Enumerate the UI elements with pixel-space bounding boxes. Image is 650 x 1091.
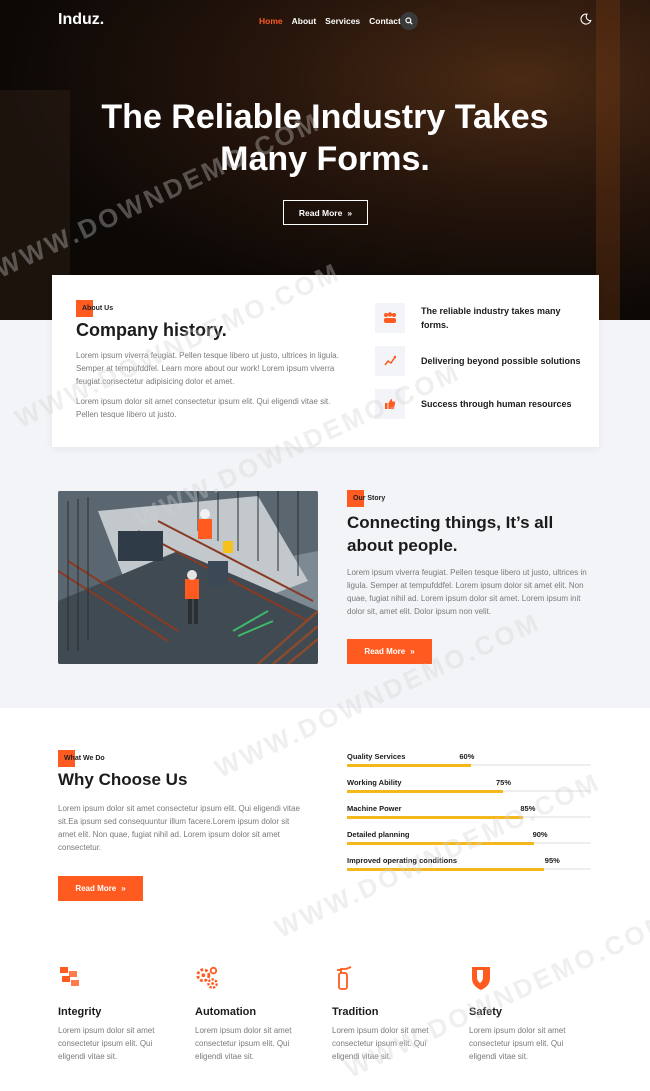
main-menu: Home About Services Contact: [259, 16, 410, 26]
construction-workers-image: [58, 491, 318, 664]
fire-extinguisher-icon: [337, 966, 352, 990]
skill-label: Detailed planning: [347, 830, 410, 839]
chevrons-right-icon: »: [410, 647, 415, 656]
value-item-integrity: Integrity Lorem ipsum dolor sit amet con…: [58, 965, 188, 1063]
skill-progress-track: [347, 815, 591, 819]
chart-icon: [375, 346, 405, 376]
skill-progress-fill: [347, 841, 534, 845]
skill-progress-track: [347, 867, 591, 871]
dark-mode-icon[interactable]: [580, 13, 592, 25]
about-tag: About Us: [76, 300, 113, 317]
skill-percent: 75%: [496, 778, 512, 787]
skill-progress-fill: [347, 763, 472, 767]
value-title: Tradition: [332, 1006, 379, 1018]
about-title: Company history.: [76, 320, 227, 340]
value-item-automation: Automation Lorem ipsum dolor sit amet co…: [195, 965, 325, 1063]
hero-title-line1: The Reliable Industry Takes: [101, 98, 549, 136]
hero-button-label: Read More: [298, 207, 343, 218]
skill-percent: 85%: [520, 804, 536, 813]
story-title-line2: about people.: [347, 536, 458, 555]
story-button-label: Read More: [364, 647, 406, 656]
value-text: Lorem ipsum dolor sit amet consectetur i…: [469, 1026, 566, 1061]
story-tag: Our Story: [347, 490, 385, 507]
feature-item: Success through human resources: [375, 389, 581, 419]
skill-progress-fill: [347, 867, 545, 871]
story-title-line1: Connecting things, It’s all: [347, 513, 554, 532]
chevrons-right-icon: »: [121, 884, 126, 893]
value-text: Lorem ipsum dolor sit amet consectetur i…: [332, 1026, 429, 1061]
story-title: Connecting things, It’s all about people…: [347, 511, 553, 557]
why-title: Why Choose Us: [58, 770, 188, 789]
skill-progress-track: [347, 841, 591, 845]
nav-contact[interactable]: Contact: [369, 16, 401, 26]
feature-text: Success through human resources: [421, 399, 572, 409]
top-navbar: Induz. Home About Services Contact: [0, 0, 650, 42]
skill-progress-track: [347, 789, 591, 793]
search-icon: [405, 17, 413, 25]
feature-item: Delivering beyond possible solutions: [375, 346, 581, 376]
nav-services[interactable]: Services: [325, 16, 360, 26]
value-title: Safety: [469, 1006, 503, 1018]
value-title: Integrity: [58, 1006, 102, 1018]
value-title: Automation: [195, 1006, 257, 1018]
hero-section: Induz. Home About Services Contact The R…: [0, 0, 650, 320]
story-read-more-button[interactable]: Read More »: [347, 639, 432, 664]
why-button-label: Read More: [75, 884, 117, 893]
skill-progress-fill: [347, 815, 524, 819]
hero-title-line2: Many Forms.: [220, 140, 430, 178]
gears-icon: [196, 966, 218, 989]
shield-icon: [472, 967, 490, 990]
search-button[interactable]: [400, 12, 418, 30]
skill-progress-fill: [347, 789, 503, 793]
why-paragraph: Lorem ipsum dolor sit amet consectetur i…: [58, 804, 300, 852]
skill-label: Quality Services: [347, 752, 406, 761]
value-text: Lorem ipsum dolor sit amet consectetur i…: [58, 1026, 155, 1061]
skill-label: Working Ability: [347, 778, 402, 787]
skill-percent: 60%: [459, 752, 475, 761]
why-tag: What We Do: [58, 750, 105, 767]
nav-home[interactable]: Home: [259, 16, 283, 26]
hero-read-more-button[interactable]: Read More »: [283, 200, 368, 225]
skill-label: Machine Power: [347, 804, 402, 813]
value-item-tradition: Tradition Lorem ipsum dolor sit amet con…: [332, 965, 462, 1063]
blocks-icon: [60, 967, 79, 986]
team-icon: [375, 303, 405, 333]
chevrons-right-icon: »: [347, 207, 353, 218]
feature-item: The reliable industry takes many forms.: [375, 303, 581, 333]
feature-text: Delivering beyond possible solutions: [421, 356, 581, 366]
thumbs-up-icon: [375, 389, 405, 419]
skill-percent: 90%: [532, 830, 548, 839]
value-text: Lorem ipsum dolor sit amet consectetur i…: [195, 1026, 292, 1061]
nav-about[interactable]: About: [292, 16, 317, 26]
hero-title: The Reliable Industry Takes Many Forms.: [0, 96, 650, 180]
story-paragraph: Lorem ipsum viverra feugiat. Pellen tesq…: [347, 568, 587, 616]
why-read-more-button[interactable]: Read More »: [58, 876, 143, 901]
about-paragraph-2: Lorem ipsum dolor sit amet consectetur i…: [76, 397, 331, 419]
about-paragraph-1: Lorem ipsum viverra feugiat. Pellen tesq…: [76, 351, 339, 386]
value-item-safety: Safety Lorem ipsum dolor sit amet consec…: [469, 965, 599, 1063]
site-logo[interactable]: Induz.: [58, 11, 104, 29]
skill-progress-track: [347, 763, 591, 767]
skill-percent: 95%: [544, 856, 560, 865]
feature-text: The reliable industry takes many forms.: [421, 306, 561, 330]
skill-label: Improved operating conditions: [347, 856, 458, 865]
